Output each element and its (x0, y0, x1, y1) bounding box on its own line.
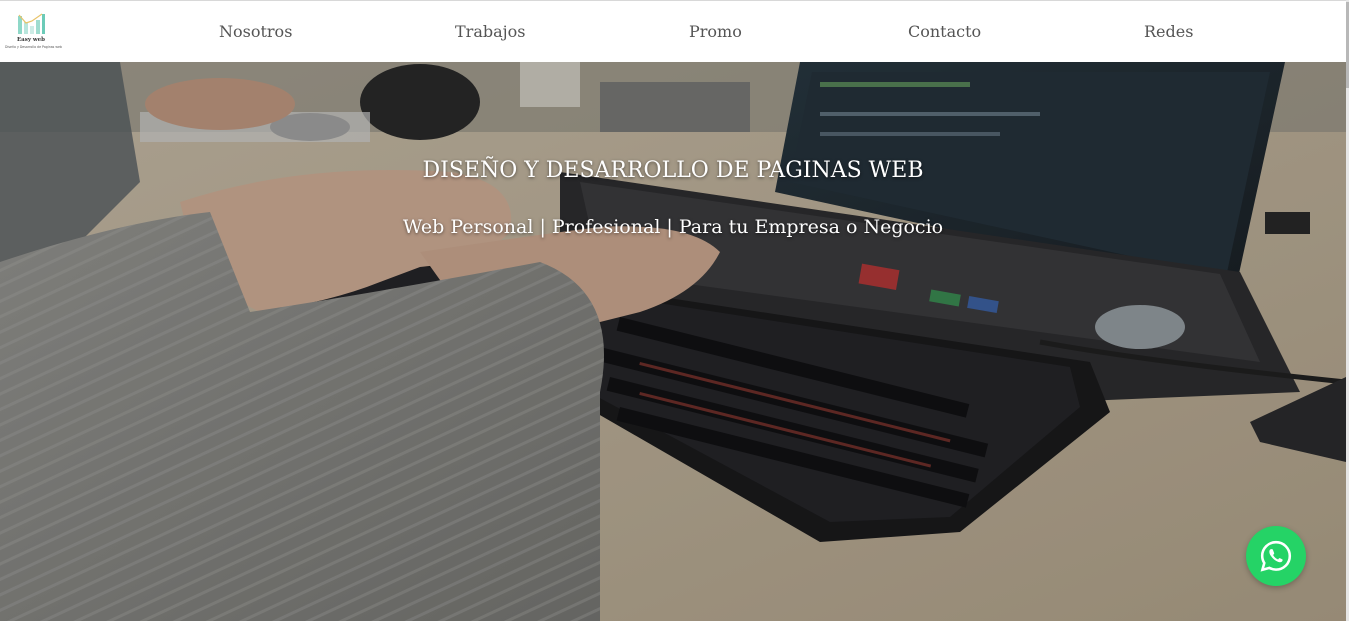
hero-background-image (0, 62, 1346, 621)
hero-section: DISEÑO Y DESARROLLO DE PAGINAS WEB Web P… (0, 62, 1346, 621)
page: Easy web Diseño y Desarrollo de Paginas … (0, 0, 1349, 621)
whatsapp-icon (1260, 540, 1292, 572)
nav-item-contacto[interactable]: Contacto (908, 21, 981, 43)
hero-subtitle: Web Personal | Profesional | Para tu Emp… (402, 216, 944, 238)
logo-name: Easy web (16, 37, 46, 43)
hero-title: DISEÑO Y DESARROLLO DE PAGINAS WEB (422, 158, 924, 183)
whatsapp-button[interactable] (1246, 526, 1306, 586)
logo-tagline: Diseño y Desarrollo de Paginas web (5, 45, 62, 49)
logo[interactable]: Easy web Diseño y Desarrollo de Paginas … (5, 12, 62, 52)
nav-item-trabajos[interactable]: Trabajos (455, 21, 525, 43)
navbar: Easy web Diseño y Desarrollo de Paginas … (0, 1, 1346, 62)
bar-chart-logo-icon (18, 13, 45, 34)
nav-item-nosotros[interactable]: Nosotros (219, 21, 292, 43)
nav-item-promo[interactable]: Promo (689, 21, 742, 43)
nav-item-redes[interactable]: Redes (1144, 21, 1193, 43)
